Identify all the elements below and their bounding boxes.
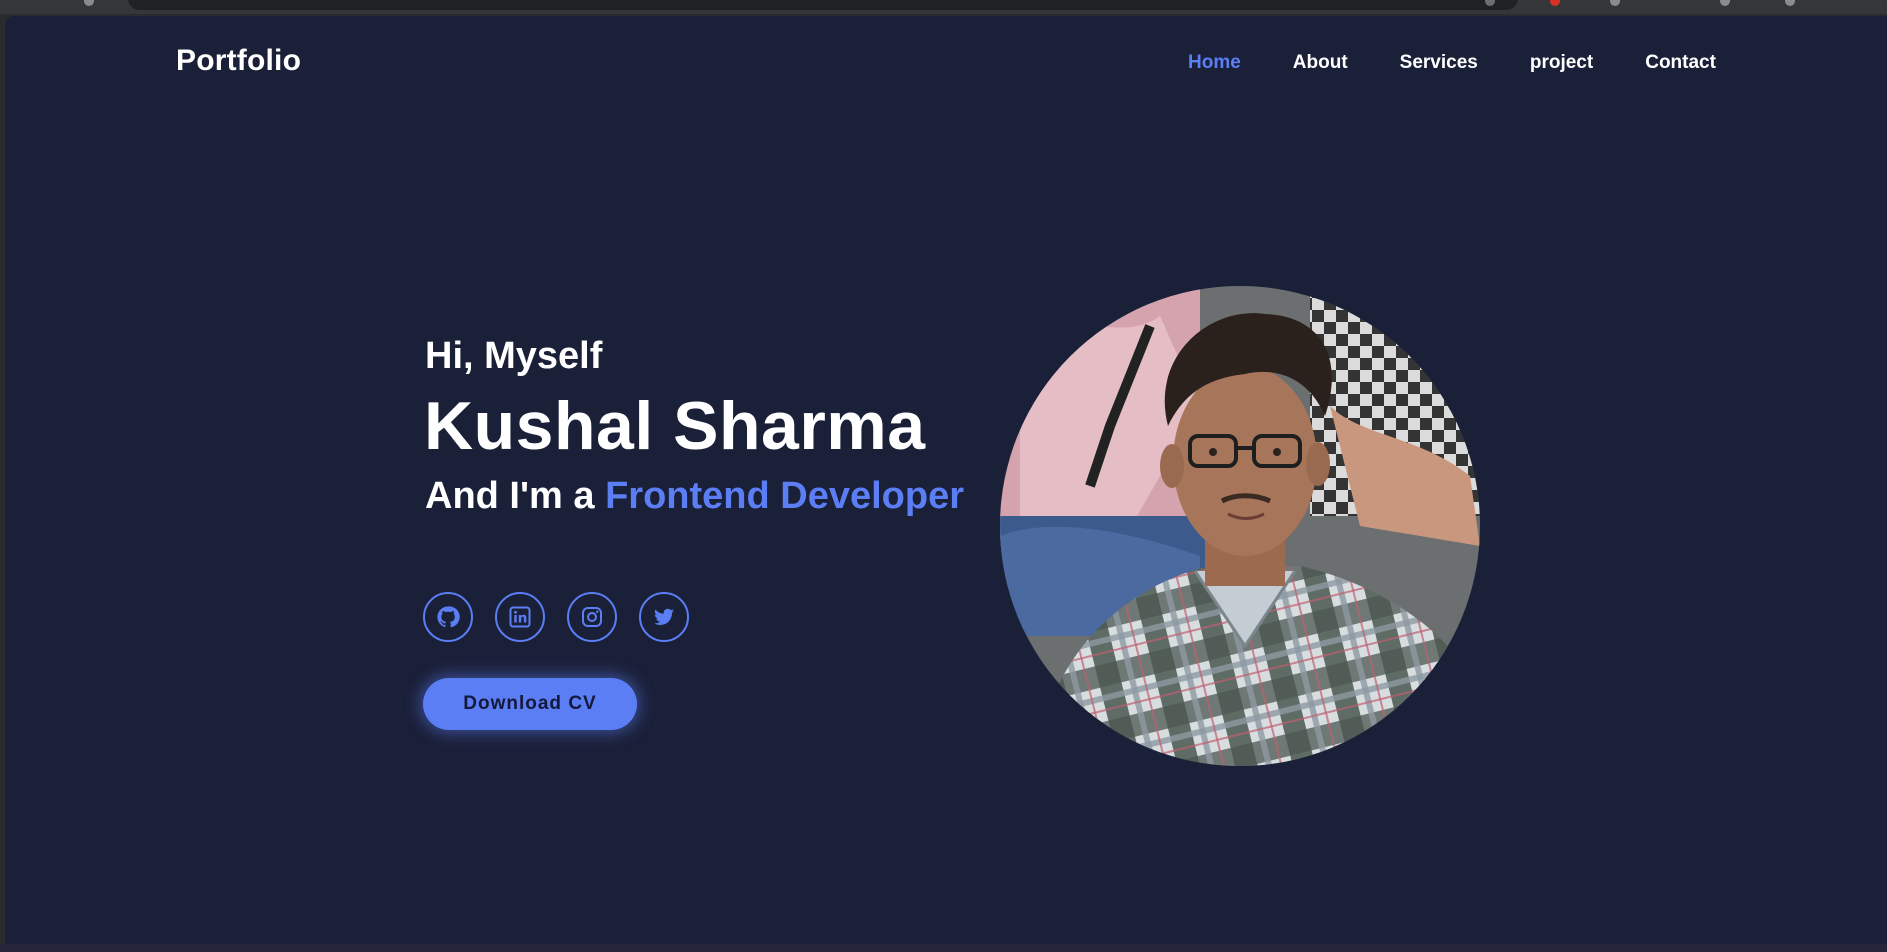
role-prefix: And I'm a [425, 475, 606, 517]
extension-icon[interactable] [1550, 0, 1560, 6]
browser-toolbar [0, 0, 1887, 14]
instagram-link[interactable] [567, 592, 617, 642]
twitter-icon [654, 608, 674, 626]
nav-item-services[interactable]: Services [1400, 52, 1478, 74]
browser-icon [84, 0, 94, 6]
nav-item-about[interactable]: About [1293, 52, 1348, 74]
profile-photo-illustration [1000, 286, 1480, 766]
browser-address-bar[interactable] [128, 0, 1518, 10]
download-cv-button[interactable]: Download CV [423, 678, 637, 730]
extension-icon[interactable] [1610, 0, 1620, 6]
github-link[interactable] [423, 592, 473, 642]
profile-photo [1000, 286, 1480, 766]
nav-item-project[interactable]: project [1530, 52, 1593, 74]
twitter-link[interactable] [639, 592, 689, 642]
hero-role: And I'm a Frontend Developer [425, 475, 964, 518]
linkedin-icon [509, 606, 531, 628]
page-viewport: Portfolio Home About Services project Co… [5, 16, 1887, 944]
github-icon [437, 606, 460, 628]
nav-item-home[interactable]: Home [1188, 52, 1241, 74]
taskbar-edge [0, 944, 1887, 952]
hero-greeting: Hi, Myself [425, 335, 603, 377]
nav-item-contact[interactable]: Contact [1645, 52, 1716, 74]
instagram-icon [582, 607, 602, 627]
social-links [423, 592, 689, 642]
linkedin-link[interactable] [495, 592, 545, 642]
role-highlight: Frontend Developer [605, 475, 965, 517]
site-logo[interactable]: Portfolio [176, 44, 301, 78]
extension-icon[interactable] [1720, 0, 1730, 6]
main-nav: Home About Services project Contact [1188, 52, 1716, 74]
extension-icon[interactable] [1785, 0, 1795, 6]
hero-name: Kushal Sharma [424, 388, 926, 464]
